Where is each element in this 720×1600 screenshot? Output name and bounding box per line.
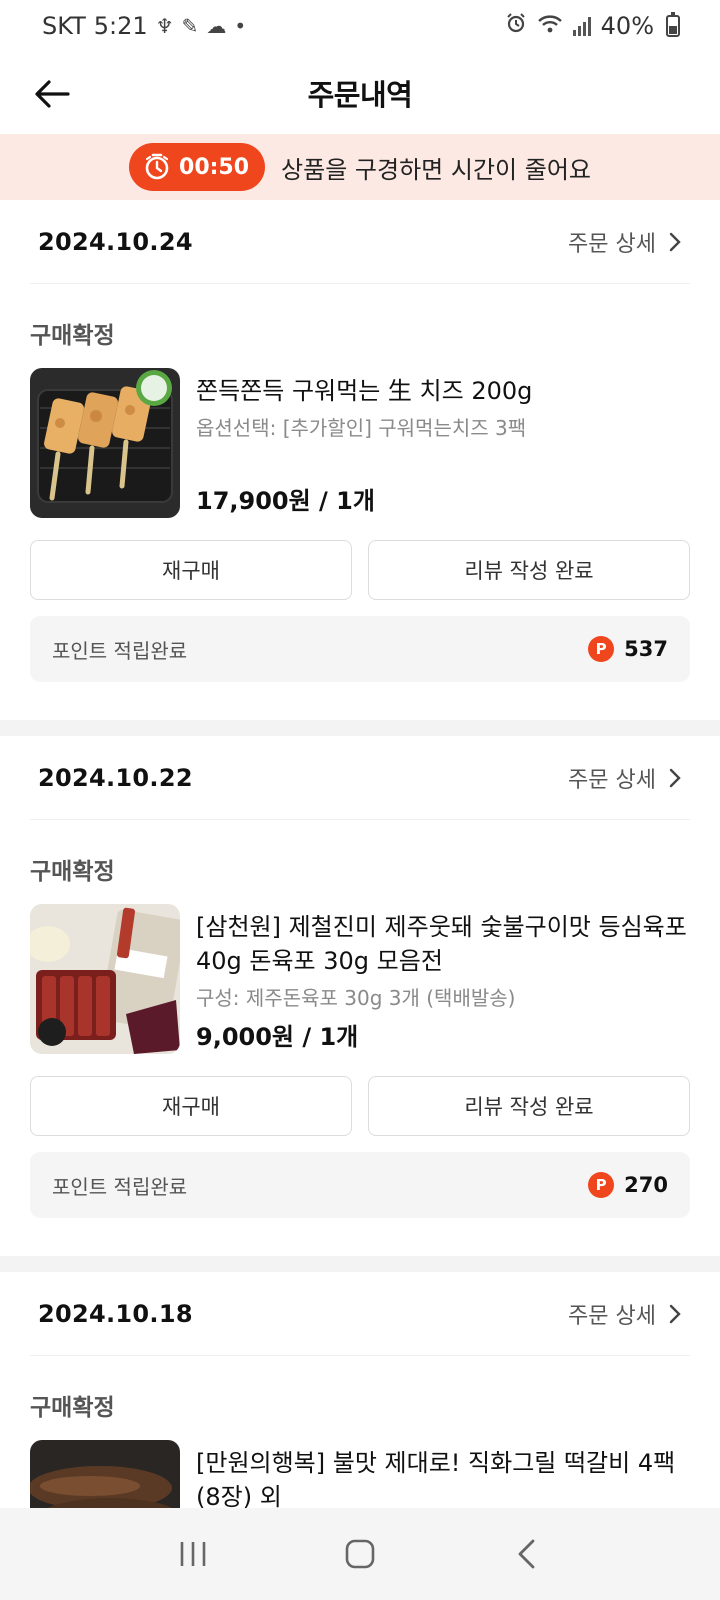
recent-apps-button[interactable]: [163, 1524, 223, 1584]
product-image[interactable]: [30, 904, 180, 1054]
product-name: [삼천원] 제철진미 제주웃돼 숯불구이맛 등심육포 40g 돈육포 30g 모…: [196, 913, 687, 975]
product-price: 17,900원 / 1개: [196, 487, 375, 515]
product-price: 9,000원 / 1개: [196, 1023, 359, 1051]
more-notifications-icon: •: [234, 14, 247, 38]
cheese-product-image: [30, 368, 180, 518]
alarm-icon: [505, 12, 527, 40]
status-left: SKT 5:21 ♆ ✎ ☁ •: [42, 12, 246, 40]
order-status: 구매확정: [30, 1395, 115, 1421]
home-button[interactable]: [330, 1524, 390, 1584]
point-box: 포인트 적립완료 P 537: [30, 616, 690, 682]
order-detail-label: 주문 상세: [568, 767, 656, 793]
back-button[interactable]: [30, 72, 74, 116]
product-option: 옵션선택: [추가할인] 구워먹는치즈 3팩: [196, 416, 527, 440]
rebuy-button[interactable]: 재구매: [30, 1076, 352, 1136]
rebuy-button[interactable]: 재구매: [30, 540, 352, 600]
order-detail-link[interactable]: 주문 상세: [568, 226, 682, 258]
order-actions: 재구매 리뷰 작성 완료: [30, 540, 690, 600]
order-actions: 재구매 리뷰 작성 완료: [30, 1076, 690, 1136]
page-title: 주문내역: [307, 78, 413, 112]
order-detail-label: 주문 상세: [568, 231, 656, 257]
product-option: 구성: 제주돈육포 30g 3개 (택배발송): [196, 986, 516, 1010]
point-value-group: P 270: [588, 1172, 668, 1198]
product-name: [만원의행복] 불맛 제대로! 직화그릴 떡갈비 4팩(8장) 외: [196, 1449, 676, 1511]
order-list: 2024.10.24 주문 상세 구매확정 쫀득쫀득 구워먹는 生 치즈 200…: [0, 200, 720, 1590]
signal-icon: [572, 16, 591, 36]
system-back-button[interactable]: [497, 1524, 557, 1584]
product-row[interactable]: 쫀득쫀득 구워먹는 生 치즈 200g 옵션선택: [추가할인] 구워먹는치즈 …: [30, 368, 690, 518]
point-value-group: P 537: [588, 636, 668, 662]
order-detail-label: 주문 상세: [568, 1303, 656, 1329]
order-header: 2024.10.22 주문 상세: [30, 736, 690, 820]
carrier: SKT: [42, 12, 86, 40]
product-name: 쫀득쫀득 구워먹는 生 치즈 200g: [196, 377, 533, 405]
timer-pill: 00:50: [129, 143, 266, 191]
section-divider: [0, 720, 720, 736]
point-value: 537: [624, 637, 668, 661]
timer-message: 상품을 구경하면 시간이 줄어요: [281, 155, 591, 184]
order-detail-link[interactable]: 주문 상세: [568, 762, 682, 794]
notification-icon: ✎: [181, 14, 199, 38]
order-header: 2024.10.18 주문 상세: [30, 1272, 690, 1356]
wifi-icon: [537, 12, 563, 40]
section-divider: [0, 1256, 720, 1272]
product-image[interactable]: [30, 368, 180, 518]
point-badge-icon: P: [588, 636, 615, 662]
recent-apps-icon: [181, 1542, 206, 1566]
point-label: 포인트 적립완료: [52, 638, 188, 663]
order-date: 2024.10.24: [38, 227, 193, 256]
timer-banner[interactable]: 00:50 상품을 구경하면 시간이 줄어요: [0, 134, 720, 200]
status-bar: SKT 5:21 ♆ ✎ ☁ • 40%: [0, 0, 720, 52]
chevron-right-icon: [669, 1304, 681, 1323]
chevron-right-icon: [669, 768, 681, 787]
system-nav-bar: [0, 1508, 720, 1600]
order-date: 2024.10.18: [38, 1299, 193, 1328]
product-info: [삼천원] 제철진미 제주웃돼 숯불구이맛 등심육포 40g 돈육포 30g 모…: [196, 904, 690, 1054]
order-date: 2024.10.22: [38, 763, 193, 792]
battery-icon: [666, 12, 680, 37]
product-info: 쫀득쫀득 구워먹는 生 치즈 200g 옵션선택: [추가할인] 구워먹는치즈 …: [196, 368, 690, 518]
home-icon: [345, 1539, 375, 1569]
order-status: 구매확정: [30, 859, 115, 885]
notification-icon: ☁: [206, 14, 227, 38]
chevron-left-icon: [518, 1539, 535, 1569]
point-label: 포인트 적립완료: [52, 1174, 188, 1199]
order-detail-link[interactable]: 주문 상세: [568, 1298, 682, 1330]
review-done-button[interactable]: 리뷰 작성 완료: [368, 1076, 690, 1136]
order-card: 2024.10.24 주문 상세 구매확정 쫀득쫀득 구워먹는 生 치즈 200…: [0, 200, 720, 720]
order-header: 2024.10.24 주문 상세: [30, 200, 690, 284]
app-header: 주문내역: [0, 52, 720, 134]
review-done-button[interactable]: 리뷰 작성 완료: [368, 540, 690, 600]
product-row[interactable]: [삼천원] 제철진미 제주웃돼 숯불구이맛 등심육포 40g 돈육포 30g 모…: [30, 904, 690, 1054]
chevron-right-icon: [669, 232, 681, 251]
stopwatch-icon: [145, 153, 169, 180]
battery-percent: 40%: [600, 12, 654, 40]
screen: SKT 5:21 ♆ ✎ ☁ • 40% 주문내역 00:50 상품을 구경하면…: [0, 0, 720, 1600]
order-status: 구매확정: [30, 323, 115, 349]
notification-icon: ♆: [155, 14, 174, 38]
timer-value: 00:50: [179, 154, 250, 180]
status-right: 40%: [505, 12, 680, 40]
order-card: 2024.10.22 주문 상세 구매확정 [삼천원] 제철진미 제주웃돼 숯불…: [0, 736, 720, 1256]
point-value: 270: [624, 1173, 668, 1197]
point-box: 포인트 적립완료 P 270: [30, 1152, 690, 1218]
point-badge-icon: P: [588, 1172, 615, 1198]
clock: 5:21: [93, 12, 148, 40]
jerky-product-image: [30, 904, 180, 1054]
arrow-left-icon: [35, 80, 70, 108]
